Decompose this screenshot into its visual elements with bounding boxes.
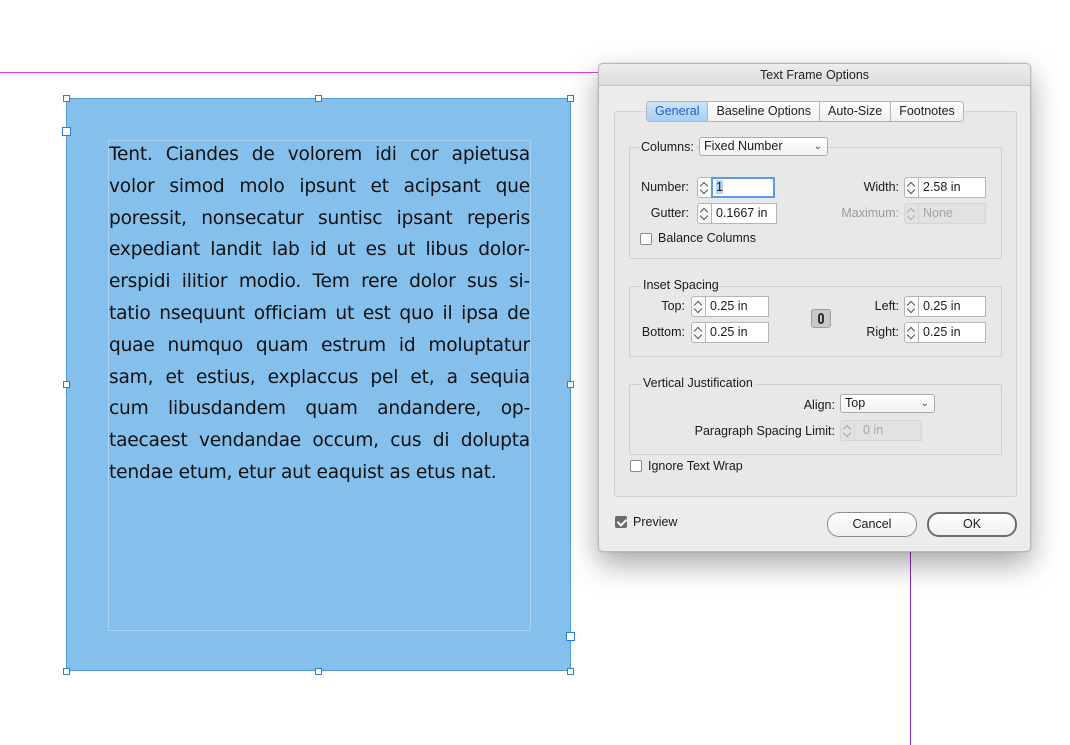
tab-auto-size[interactable]: Auto-Size xyxy=(820,102,892,121)
align-select[interactable]: Top ⌄ xyxy=(840,394,935,413)
stepper-arrows-icon[interactable] xyxy=(691,296,705,317)
balance-columns-label: Balance Columns xyxy=(658,231,756,245)
ignore-text-wrap-checkbox[interactable] xyxy=(630,460,642,472)
width-field[interactable]: 2.58 in xyxy=(918,177,986,198)
stepper-arrows-icon[interactable] xyxy=(697,203,711,224)
text-line: tendae etum, etur aut eaquist as etus na… xyxy=(109,461,497,483)
maximum-stepper: None xyxy=(904,203,986,224)
columns-type-value: Fixed Number xyxy=(704,139,783,153)
dialog-title[interactable]: Text Frame Options xyxy=(599,64,1030,86)
text-line: taecaest vendandae occum, cus di dolupta xyxy=(109,430,530,452)
tab-bar: General Baseline Options Auto-Size Footn… xyxy=(646,101,964,122)
maximum-field: None xyxy=(918,203,986,224)
columns-type-select[interactable]: Fixed Number ⌄ xyxy=(699,137,828,156)
inset-right-label: Right: xyxy=(866,325,899,339)
inset-right-field[interactable]: 0.25 in xyxy=(918,322,986,343)
vertical-justification-group xyxy=(629,384,1002,455)
resize-handle-bottom-right[interactable] xyxy=(567,668,574,675)
inset-bottom-stepper[interactable]: 0.25 in xyxy=(691,322,769,343)
paragraph-spacing-limit-stepper: 0 in xyxy=(840,420,922,441)
preview-label: Preview xyxy=(633,515,678,529)
inset-top-label: Top: xyxy=(661,299,685,313)
inset-bottom-label: Bottom: xyxy=(641,325,685,339)
tab-footnotes[interactable]: Footnotes xyxy=(891,102,963,121)
resize-handle-bottom[interactable] xyxy=(315,668,322,675)
vertical-justification-title: Vertical Justification xyxy=(641,376,755,390)
gutter-field[interactable]: 0.1667 in xyxy=(711,203,777,224)
stepper-arrows-icon xyxy=(840,420,854,441)
width-stepper[interactable]: 2.58 in xyxy=(904,177,986,198)
stepper-arrows-icon[interactable] xyxy=(691,322,705,343)
gutter-stepper[interactable]: 0.1667 in xyxy=(697,203,777,224)
inset-top-stepper[interactable]: 0.25 in xyxy=(691,296,769,317)
chevron-down-icon: ⌄ xyxy=(920,398,929,409)
width-label: Width: xyxy=(863,180,899,194)
number-label: Number: xyxy=(641,180,689,194)
horizontal-guide[interactable] xyxy=(0,72,600,73)
resize-handle-top[interactable] xyxy=(315,95,322,102)
number-stepper[interactable]: 1 xyxy=(697,177,775,198)
stepper-arrows-icon[interactable] xyxy=(697,177,711,198)
resize-handle-bottom-left[interactable] xyxy=(63,668,70,675)
text-frame[interactable]: Tent. Ciandes de volorem idi cor apietus… xyxy=(66,98,571,671)
text-line: Tent. Ciandes de volorem idi cor apietus… xyxy=(109,144,530,165)
align-value: Top xyxy=(845,396,866,410)
resize-handle-left[interactable] xyxy=(63,381,70,388)
inset-right-stepper[interactable]: 0.25 in xyxy=(904,322,986,343)
out-port-handle[interactable] xyxy=(566,632,575,641)
text-line: cum libusdandem quam andandere, op- xyxy=(109,398,530,420)
inset-left-field[interactable]: 0.25 in xyxy=(918,296,986,317)
text-line: tatio nsequunt officiam ut est quo il ip… xyxy=(109,302,530,324)
text-line: quae numquo quam estrum id moluptatur xyxy=(109,334,530,356)
stepper-arrows-icon[interactable] xyxy=(904,322,918,343)
text-line: poressit, nonsecatur suntisc ipsant repe… xyxy=(109,207,530,229)
in-port-handle[interactable] xyxy=(62,127,71,136)
align-label: Align: xyxy=(803,398,835,412)
stepper-arrows-icon[interactable] xyxy=(904,296,918,317)
link-settings-button[interactable] xyxy=(811,309,831,328)
vertical-guide[interactable] xyxy=(910,552,911,745)
paragraph-spacing-limit-label: Paragraph Spacing Limit: xyxy=(694,424,835,438)
inset-left-stepper[interactable]: 0.25 in xyxy=(904,296,986,317)
ignore-text-wrap-label: Ignore Text Wrap xyxy=(648,459,743,473)
gutter-label: Gutter: xyxy=(650,206,689,220)
text-line: expediant landit lab id ut es ut libus d… xyxy=(109,239,530,261)
inset-top-field[interactable]: 0.25 in xyxy=(705,296,769,317)
tab-general[interactable]: General xyxy=(647,102,709,121)
inset-spacing-title: Inset Spacing xyxy=(641,278,721,292)
resize-handle-top-right[interactable] xyxy=(567,95,574,102)
number-field[interactable]: 1 xyxy=(711,177,775,198)
chevron-down-icon: ⌄ xyxy=(813,141,822,152)
frame-text[interactable]: Tent. Ciandes de volorem idi cor apietus… xyxy=(109,139,530,489)
text-line: erspidi ilitior modio. Tem rere dolor su… xyxy=(109,271,530,293)
columns-label: Columns: xyxy=(639,140,696,154)
inset-left-label: Left: xyxy=(874,299,899,313)
paragraph-spacing-limit-field: 0 in xyxy=(854,420,922,441)
stepper-arrows-icon xyxy=(904,203,918,224)
cancel-button[interactable]: Cancel xyxy=(827,512,917,537)
stepper-arrows-icon[interactable] xyxy=(904,177,918,198)
ok-button[interactable]: OK xyxy=(927,512,1017,537)
resize-handle-top-left[interactable] xyxy=(63,95,70,102)
inset-bottom-field[interactable]: 0.25 in xyxy=(705,322,769,343)
text-frame-options-dialog: Text Frame Options General Baseline Opti… xyxy=(598,63,1031,552)
tab-baseline-options[interactable]: Baseline Options xyxy=(708,102,820,121)
preview-checkbox[interactable] xyxy=(615,516,627,528)
maximum-label: Maximum: xyxy=(841,206,899,220)
balance-columns-checkbox[interactable] xyxy=(640,233,652,245)
resize-handle-right[interactable] xyxy=(567,381,574,388)
chain-link-icon xyxy=(818,313,824,324)
text-line: sam, et estius, explaccus pel et, a sequ… xyxy=(109,366,530,388)
text-line: volor simod molo ipsunt et acipsant que xyxy=(109,175,530,197)
